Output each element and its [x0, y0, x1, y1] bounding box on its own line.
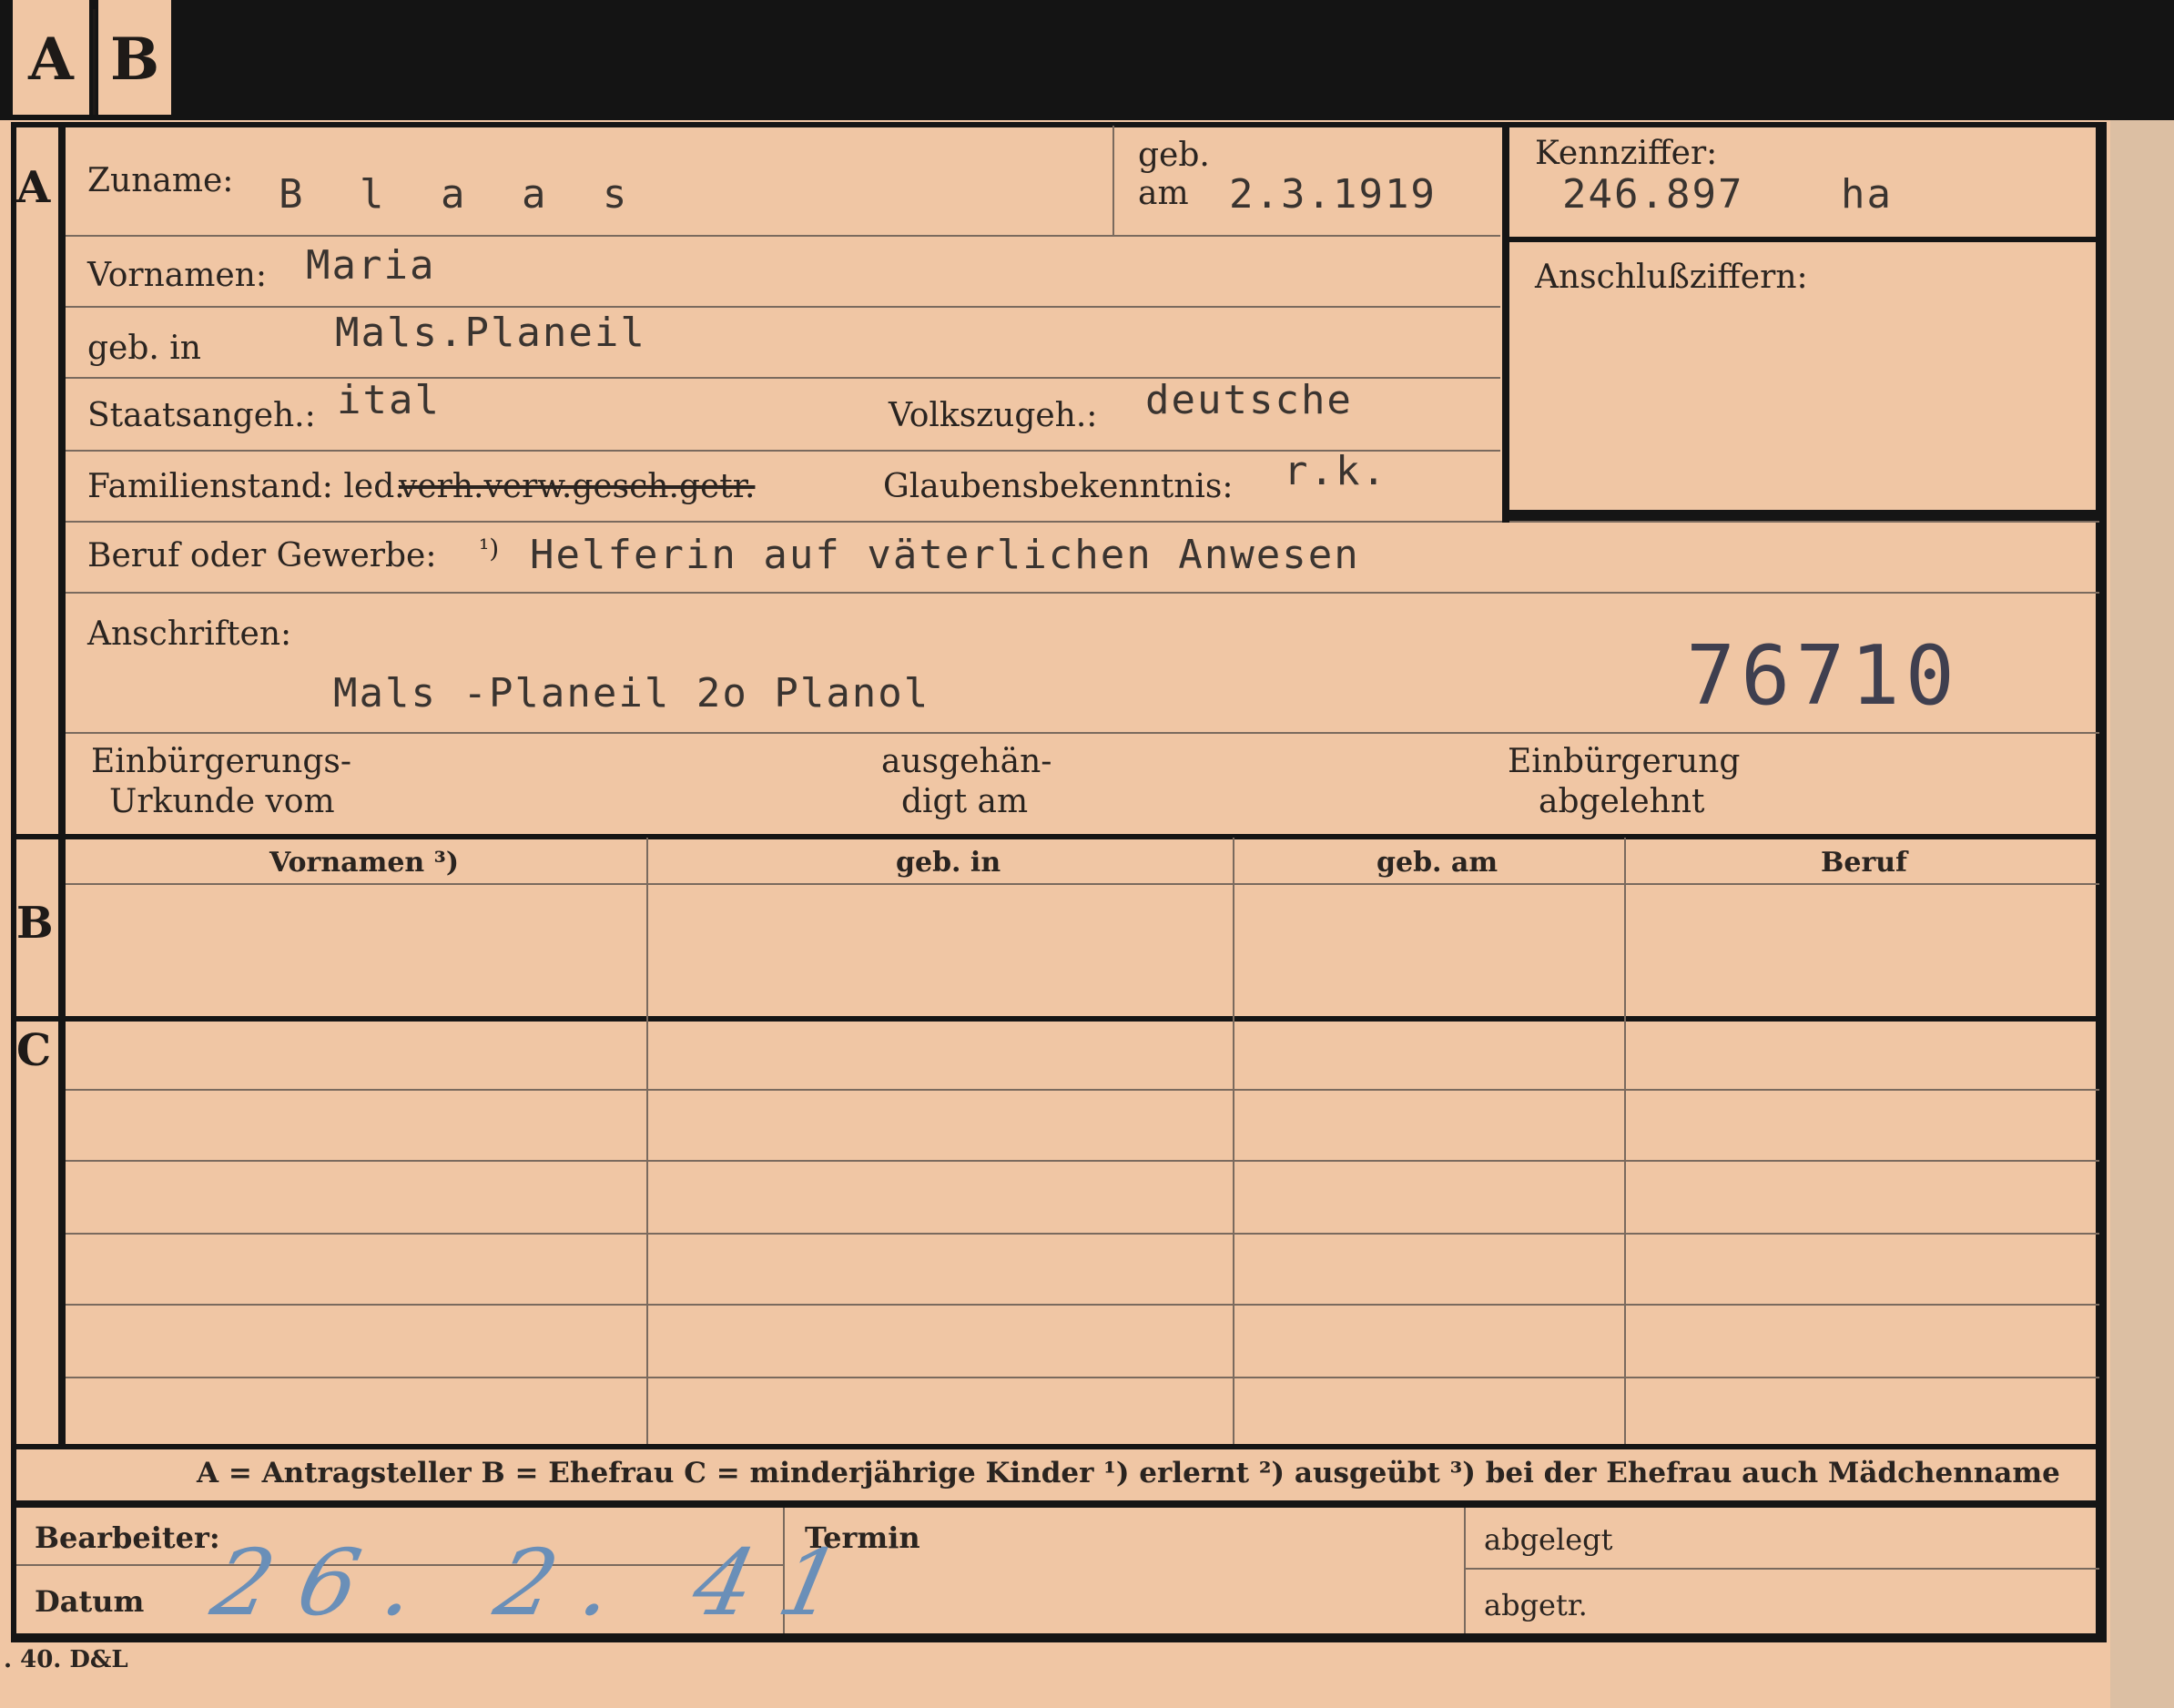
printer-mark: . 40. D&L — [4, 1646, 128, 1673]
datum-label: Datum — [35, 1584, 145, 1619]
volkszugeh-value: deutsche — [1145, 377, 1353, 423]
einbuergerung-abgelehnt-label-1: Einbürgerung — [1508, 743, 1741, 780]
right-edge-band — [2110, 120, 2174, 1708]
termin-label: Termin — [805, 1520, 920, 1555]
einbuergerung-abgelehnt-label-2: abgelehnt — [1539, 783, 1705, 820]
row-line — [66, 235, 1500, 237]
legend-bottom — [11, 1500, 2105, 1508]
datum-handwritten: 26. 2. 41 — [203, 1530, 878, 1636]
row-line — [66, 521, 2099, 523]
vornamen-label: Vornamen: — [87, 257, 267, 294]
geb-in-label: geb. in — [87, 330, 201, 367]
bearbeiter-label: Bearbeiter: — [35, 1520, 220, 1555]
tab-b[interactable]: B — [98, 0, 171, 115]
section-c-top — [11, 1016, 2105, 1022]
footer-divider — [1464, 1508, 1466, 1633]
table-row-line — [66, 1089, 2099, 1091]
stamp-number: 76710 — [1686, 628, 1960, 724]
section-c-marker: C — [16, 1025, 52, 1076]
beruf-footnote: ¹) — [479, 534, 500, 564]
geb-column-divider — [1112, 126, 1114, 235]
glaubensbekenntnis-value: r.k. — [1284, 448, 1387, 494]
row-line — [66, 592, 2099, 594]
familienstand-label: Familienstand: led. — [87, 468, 405, 505]
kennziffer-suffix: ha — [1841, 171, 1893, 218]
glaubensbekenntnis-label: Glaubensbekenntnis: — [883, 468, 1234, 505]
table-row-line — [66, 1377, 2099, 1378]
row-line — [66, 732, 2099, 734]
kennziffer-box-divider — [1502, 237, 2103, 242]
section-b-top — [11, 834, 2105, 839]
staatsangeh-value: ital — [337, 377, 441, 423]
staatsangeh-label: Staatsangeh.: — [87, 397, 316, 434]
row-line — [66, 306, 1500, 308]
table-header-vornamen: Vornamen ³) — [269, 847, 460, 879]
geb-am-value: 2.3.1919 — [1229, 171, 1437, 218]
frame-right — [2096, 122, 2107, 1641]
familienstand-crossed: verh.verw.gesch.getr. — [399, 468, 756, 505]
ausgehaendigt-label-2: digt am — [901, 783, 1029, 820]
section-a-marker: A — [16, 162, 51, 213]
table-header-geb-in: geb. in — [896, 847, 1001, 879]
abgetr-label: abgetr. — [1484, 1588, 1588, 1622]
top-dark-band — [0, 0, 2174, 120]
section-b-marker: B — [16, 898, 54, 949]
zuname-value: B l a a s — [279, 171, 644, 218]
tab-divider — [93, 9, 96, 115]
anschlussziffern-label: Anschlußziffern: — [1535, 259, 1808, 296]
table-col-divider — [646, 838, 648, 1444]
footer-row-line — [1466, 1568, 2099, 1570]
legend: A = Antragsteller B = Ehefrau C = minder… — [197, 1457, 2060, 1489]
tab-a[interactable]: A — [13, 0, 89, 115]
geb-in-value: Mals.Planeil — [335, 310, 646, 356]
kennziffer-box-bottom — [1502, 510, 2103, 521]
einbuergerungs-label-1: Einbürgerungs- — [91, 743, 352, 780]
table-header-line — [66, 883, 2099, 885]
section-column-divider — [58, 122, 66, 1444]
abgelegt-label: abgelegt — [1484, 1522, 1613, 1557]
kennziffer-box-left — [1502, 122, 1509, 523]
geb-label: geb. — [1138, 137, 1210, 174]
kennziffer-label: Kennziffer: — [1535, 135, 1718, 172]
einbuergerungs-label-2: Urkunde vom — [109, 783, 335, 820]
kennziffer-value: 246.897 — [1562, 171, 1744, 218]
table-row-line — [66, 1304, 2099, 1306]
table-row-line — [66, 1233, 2099, 1235]
am-label: am — [1138, 175, 1189, 212]
frame-top — [11, 122, 2105, 127]
frame-left — [11, 122, 16, 1641]
ausgehaendigt-label-1: ausgehän- — [881, 743, 1052, 780]
beruf-label: Beruf oder Gewerbe: — [87, 537, 437, 574]
table-header-geb-am: geb. am — [1377, 847, 1498, 879]
anschrift-value: Mals -Planeil 2o Planol — [333, 670, 930, 717]
table-col-divider — [1624, 838, 1626, 1444]
volkszugeh-label: Volkszugeh.: — [889, 397, 1098, 434]
vornamen-value: Maria — [306, 242, 436, 289]
legend-top — [11, 1444, 2105, 1449]
beruf-value: Helferin auf väterlichen Anwesen — [530, 532, 1360, 578]
table-header-beruf: Beruf — [1821, 847, 1907, 879]
table-row-line — [66, 1160, 2099, 1162]
table-col-divider — [1233, 838, 1234, 1444]
zuname-label: Zuname: — [87, 162, 234, 199]
anschriften-label: Anschriften: — [87, 615, 292, 653]
